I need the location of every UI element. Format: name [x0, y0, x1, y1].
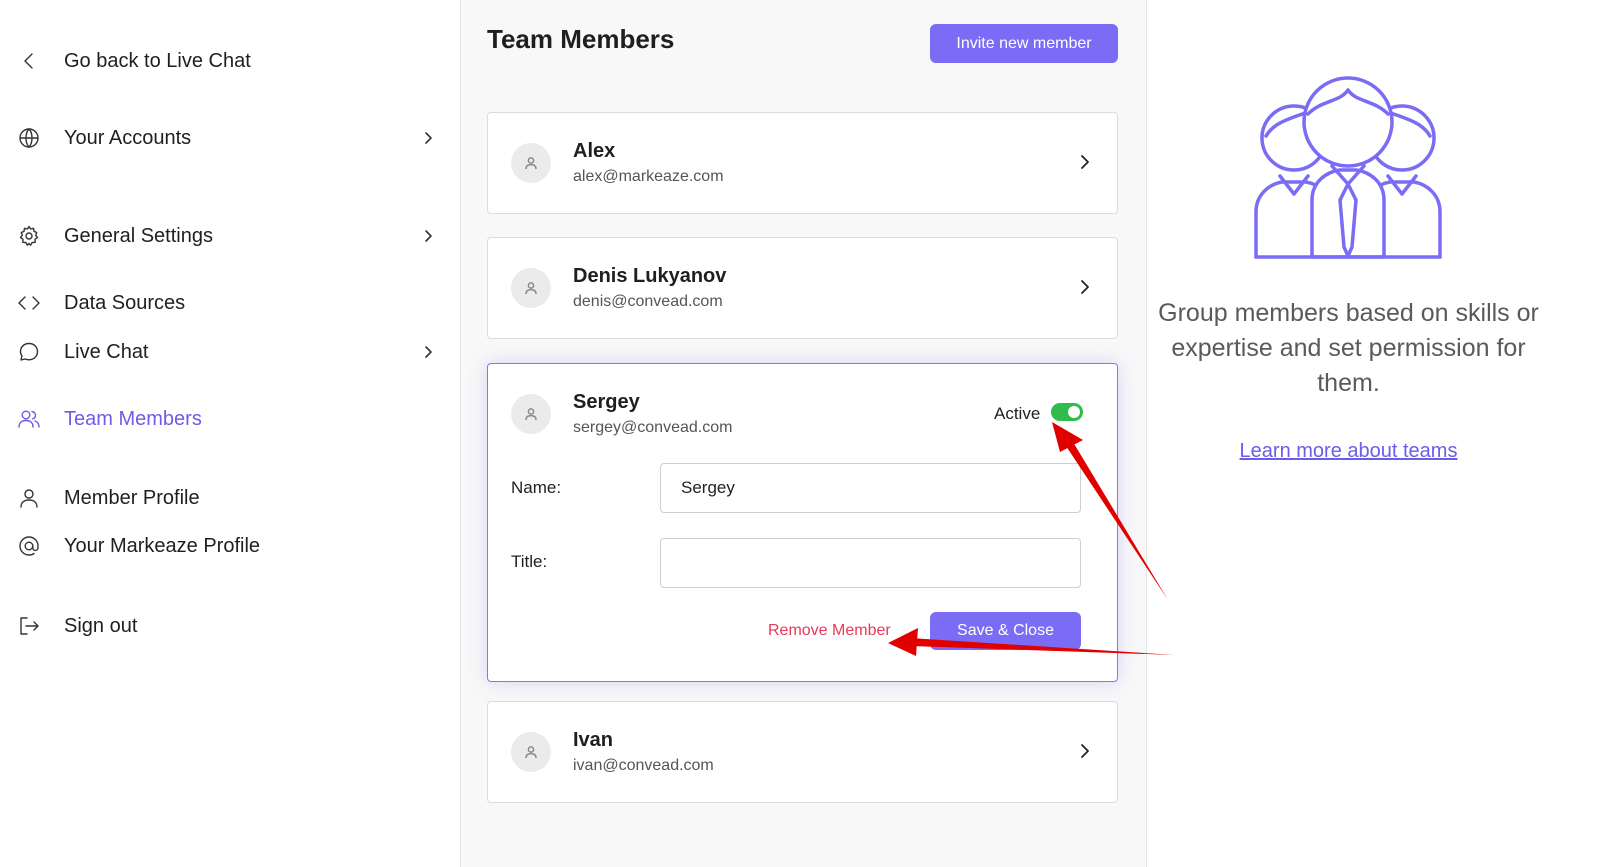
- member-email: ivan@convead.com: [573, 757, 714, 774]
- member-name: Ivan: [573, 729, 614, 751]
- remove-member-button[interactable]: Remove Member: [768, 622, 891, 640]
- sidebar-item-general-settings[interactable]: General Settings: [16, 216, 436, 256]
- sidebar-item-live-chat[interactable]: Live Chat: [16, 332, 436, 372]
- at-sign-icon: [16, 533, 42, 559]
- teams-info-text: Group members based on skills or experti…: [1158, 299, 1539, 397]
- sidebar-item-label: Data Sources: [64, 291, 186, 314]
- member-name: Denis Lukyanov: [573, 265, 727, 287]
- sidebar-item-data-sources[interactable]: Data Sources: [16, 283, 436, 323]
- sidebar-item-label: Sign out: [64, 614, 138, 637]
- sidebar-item-go-back[interactable]: Go back to Live Chat: [16, 41, 436, 81]
- member-email: sergey@convead.com: [573, 419, 733, 436]
- settings-sidebar: Go back to Live Chat Your Accounts Gener…: [0, 0, 460, 867]
- page-title: Team Members: [487, 24, 675, 54]
- member-card-denis-lukyanov[interactable]: Denis Lukyanov denis@convead.com: [487, 237, 1118, 339]
- sign-out-icon: [16, 613, 42, 639]
- active-status-label: Active: [994, 404, 1041, 423]
- member-name: Alex: [573, 140, 616, 162]
- chevron-right-icon[interactable]: [1075, 277, 1095, 297]
- sidebar-item-label: Team Members: [64, 407, 202, 430]
- chevron-right-icon: [420, 344, 436, 360]
- chevron-right-icon[interactable]: [1075, 741, 1095, 761]
- user-icon: [16, 485, 42, 511]
- sidebar-item-sign-out[interactable]: Sign out: [16, 606, 436, 646]
- avatar: [511, 268, 551, 308]
- toggle-knob: [1068, 406, 1080, 418]
- user-icon: [525, 282, 537, 295]
- name-field-label: Name:: [511, 478, 562, 497]
- chat-bubble-icon: [16, 339, 42, 365]
- chevron-right-icon: [420, 130, 436, 146]
- sidebar-item-member-profile[interactable]: Member Profile: [16, 478, 436, 518]
- chevron-right-icon[interactable]: [1075, 152, 1095, 172]
- title-field[interactable]: [660, 538, 1081, 588]
- sidebar-item-your-markeaze-profile[interactable]: Your Markeaze Profile: [16, 526, 436, 566]
- avatar: [511, 143, 551, 183]
- title-field-label: Title:: [511, 552, 548, 571]
- code-icon: [16, 290, 42, 316]
- active-toggle[interactable]: [1051, 403, 1083, 421]
- sidebar-item-your-accounts[interactable]: Your Accounts: [16, 118, 436, 158]
- sidebar-item-label: Go back to Live Chat: [64, 49, 251, 72]
- member-card-alex[interactable]: Alex alex@markeaze.com: [487, 112, 1118, 214]
- user-icon: [525, 157, 537, 170]
- save-close-button[interactable]: Save & Close: [930, 612, 1081, 650]
- gear-icon: [16, 223, 42, 249]
- sidebar-item-label: Your Markeaze Profile: [64, 534, 261, 557]
- sidebar-item-label: General Settings: [64, 224, 213, 247]
- name-field[interactable]: [660, 463, 1081, 513]
- sidebar-item-label: Live Chat: [64, 340, 149, 363]
- invite-new-member-button[interactable]: Invite new member: [930, 24, 1118, 63]
- users-icon: [16, 406, 42, 432]
- learn-more-link[interactable]: Learn more about teams: [1147, 440, 1550, 463]
- team-group-icon: [1252, 72, 1444, 264]
- member-email: denis@convead.com: [573, 293, 723, 310]
- member-card-sergey: Sergey sergey@convead.com Active Name: T…: [487, 363, 1118, 682]
- chevron-left-icon: [16, 48, 42, 74]
- member-email: alex@markeaze.com: [573, 168, 724, 185]
- globe-icon: [16, 125, 42, 151]
- avatar: [511, 732, 551, 772]
- member-name: Sergey: [573, 391, 640, 413]
- sidebar-item-label: Your Accounts: [64, 126, 192, 149]
- avatar: [511, 394, 551, 434]
- chevron-right-icon: [420, 228, 436, 244]
- user-icon: [525, 408, 537, 421]
- teams-info-panel: Group members based on skills or experti…: [1147, 0, 1600, 867]
- sidebar-item-label: Member Profile: [64, 486, 200, 509]
- member-card-ivan[interactable]: Ivan ivan@convead.com: [487, 701, 1118, 803]
- team-members-panel: Team Members Invite new member Alex alex…: [460, 0, 1147, 867]
- user-icon: [525, 746, 537, 759]
- sidebar-item-team-members[interactable]: Team Members: [16, 399, 436, 439]
